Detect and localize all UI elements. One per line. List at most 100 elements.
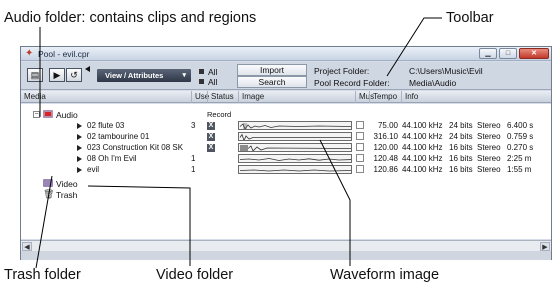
scroll-left-icon[interactable]: ◀ — [22, 242, 32, 251]
trash-icon: 🗑 — [43, 189, 55, 199]
view-attributes-select[interactable]: View / Attributes ▾ — [97, 69, 191, 82]
clip-bit-depth: 24 bits — [449, 121, 473, 130]
maximize-button[interactable]: □ — [499, 48, 517, 59]
clip-tempo: 316.10 — [373, 132, 398, 141]
play-triangle-icon[interactable] — [77, 167, 82, 173]
window-title: Pool - evil.cpr — [38, 49, 90, 59]
pool-window: ✦ Pool - evil.cpr ▁ □ ✕ ▤ ▶ ↺ View / Att… — [20, 46, 552, 260]
clip-row[interactable]: 023 Construction Kit 08 SK X 120.00 44.1… — [21, 143, 551, 153]
clip-length: 2:25 m — [507, 154, 532, 163]
all-label-1: All — [208, 67, 218, 77]
loop-icon[interactable]: ↺ — [66, 68, 82, 82]
clip-length: 6.400 s — [507, 121, 534, 130]
musical-mode-checkbox[interactable] — [356, 154, 364, 162]
record-status-checkbox[interactable]: X — [207, 144, 215, 152]
clip-bit-depth: 16 bits — [449, 143, 473, 152]
expand-all-control[interactable]: All — [199, 67, 217, 77]
square-icon — [199, 79, 204, 84]
clip-row[interactable]: 08 Oh I'm Evil 1 120.48 44.100 kHz 16 bi… — [21, 154, 551, 164]
callout-audio-folder: Audio folder: contains clips and regions — [4, 10, 257, 26]
record-status-checkbox[interactable]: X — [207, 122, 215, 130]
play-triangle-icon[interactable] — [77, 156, 82, 162]
clip-sample-rate: 44.100 kHz — [402, 165, 443, 174]
chevron-down-icon: ▾ — [182, 72, 186, 79]
col-tempo[interactable]: Tempo — [369, 91, 401, 103]
record-label: Record — [207, 110, 232, 119]
musical-mode-checkbox[interactable] — [356, 143, 364, 151]
audio-folder-icon — [43, 110, 53, 118]
scroll-right-icon[interactable]: ▶ — [540, 242, 550, 251]
clip-name: 02 tambourine 01 — [87, 132, 150, 141]
play-triangle-icon[interactable] — [77, 145, 82, 151]
waveform-image — [238, 143, 352, 152]
pool-content: − Audio Record 02 flute 03 3 X 75.00 44.… — [21, 104, 551, 239]
col-info[interactable]: Info — [401, 91, 553, 103]
clip-sample-rate: 44.100 kHz — [402, 132, 443, 141]
col-use[interactable]: Use — [191, 91, 209, 103]
play-triangle-icon[interactable] — [77, 134, 82, 140]
video-folder-row[interactable]: Video — [21, 179, 551, 189]
search-button[interactable]: Search — [237, 76, 307, 88]
clip-bit-depth: 24 bits — [449, 132, 473, 141]
waveform-image — [238, 121, 352, 130]
clip-sample-rate: 44.100 kHz — [402, 143, 443, 152]
waveform-image — [238, 132, 352, 141]
clip-name: evil — [87, 165, 100, 174]
waveform-image — [238, 165, 352, 174]
play-icon[interactable]: ▶ — [49, 68, 65, 82]
clip-row[interactable]: 02 tambourine 01 X 316.10 44.100 kHz 24 … — [21, 132, 551, 142]
square-icon — [199, 69, 204, 74]
play-triangle-icon[interactable] — [77, 123, 82, 129]
callout-trash-folder: Trash folder — [4, 267, 81, 283]
clip-bit-depth: 16 bits — [449, 154, 473, 163]
clip-length: 1:55 m — [507, 165, 532, 174]
clip-row[interactable]: evil 1 120.86 44.100 kHz 16 bits Stereo … — [21, 165, 551, 175]
project-folder-value: C:\Users\Music\Evil — [409, 66, 483, 76]
clip-use: 3 — [191, 121, 196, 130]
record-folder-value: Media\Audio — [409, 78, 457, 88]
tree-expand-icon[interactable]: − — [33, 111, 40, 118]
clip-channels: Stereo — [477, 165, 501, 174]
clip-name: 08 Oh I'm Evil — [87, 154, 137, 163]
trash-folder-row[interactable]: 🗑 Trash — [21, 189, 551, 200]
record-status-checkbox[interactable]: X — [207, 133, 215, 141]
column-header: Media Use Status Image Mus Tempo Info — [21, 91, 551, 103]
callout-toolbar: Toolbar — [446, 10, 494, 26]
all-label-2: All — [208, 77, 218, 87]
cubase-logo-icon: ✦ — [25, 48, 34, 59]
import-button[interactable]: Import — [237, 64, 307, 76]
video-folder-icon — [43, 179, 53, 187]
volume-triangle-icon[interactable] — [84, 66, 90, 72]
col-status[interactable]: Status — [207, 91, 238, 103]
clip-name: 02 flute 03 — [87, 121, 125, 130]
audio-folder-label: Audio — [56, 110, 78, 120]
horizontal-scrollbar[interactable]: ◀ ▶ — [21, 240, 551, 251]
musical-mode-checkbox[interactable] — [356, 121, 364, 129]
clip-tempo: 75.00 — [377, 121, 398, 130]
musical-mode-checkbox[interactable] — [356, 165, 364, 173]
toolbar: ▤ ▶ ↺ View / Attributes ▾ All All Import… — [21, 62, 551, 90]
clip-channels: Stereo — [477, 121, 501, 130]
minimize-button[interactable]: ▁ — [479, 48, 497, 59]
close-button[interactable]: ✕ — [519, 48, 549, 59]
clip-use: 1 — [191, 154, 196, 163]
col-media[interactable]: Media — [21, 91, 191, 103]
clip-channels: Stereo — [477, 132, 501, 141]
musical-mode-checkbox[interactable] — [356, 132, 364, 140]
audio-folder-row[interactable]: − Audio Record — [21, 110, 551, 120]
clip-name: 023 Construction Kit 08 SK — [87, 143, 184, 152]
clip-tempo: 120.48 — [373, 154, 398, 163]
record-folder-label: Pool Record Folder: — [314, 78, 390, 88]
clip-bit-depth: 16 bits — [449, 165, 473, 174]
collapse-all-control[interactable]: All — [199, 77, 217, 87]
info-window-icon[interactable]: ▤ — [27, 68, 43, 82]
waveform-image — [238, 154, 352, 163]
callout-video-folder: Video folder — [156, 267, 234, 283]
clip-row[interactable]: 02 flute 03 3 X 75.00 44.100 kHz 24 bits… — [21, 121, 551, 131]
title-bar[interactable]: ✦ Pool - evil.cpr ▁ □ ✕ — [21, 47, 551, 61]
clip-length: 0.759 s — [507, 132, 534, 141]
clip-length: 0.270 s — [507, 143, 534, 152]
clip-use: 1 — [191, 165, 196, 174]
col-image[interactable]: Image — [238, 91, 355, 103]
col-musical[interactable]: Mus — [355, 91, 374, 103]
